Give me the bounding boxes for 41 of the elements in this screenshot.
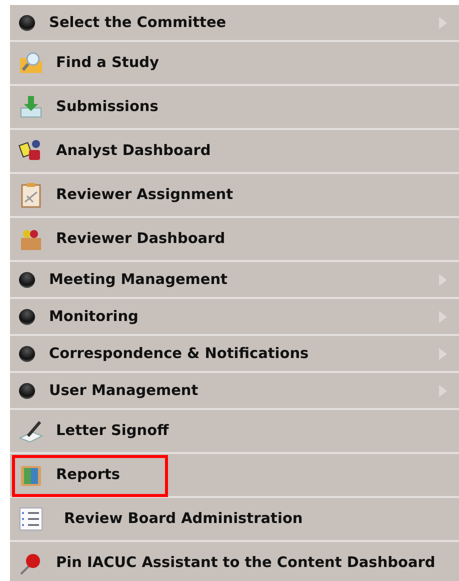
- menu-label: Submissions: [56, 99, 158, 115]
- menu-label: Review Board Administration: [64, 511, 303, 527]
- menu-item[interactable]: Reviewer Assignment: [10, 174, 459, 216]
- arrow-icon: [439, 310, 447, 322]
- menu-item[interactable]: Correspondence & Notifications: [10, 336, 459, 371]
- menu-label: Reviewer Dashboard: [56, 231, 226, 247]
- menu-label: Reviewer Assignment: [56, 187, 234, 203]
- menu-label: Find a Study: [56, 55, 159, 71]
- arrow-icon: [439, 16, 447, 28]
- bullet-icon: [19, 308, 35, 324]
- download-tray-icon: [18, 94, 44, 120]
- menu-label: Meeting Management: [49, 272, 228, 288]
- bullet-icon: [19, 14, 35, 30]
- menu-item[interactable]: Submissions: [10, 86, 459, 128]
- menu-item[interactable]: Review Board Administration: [10, 498, 459, 540]
- menu-item[interactable]: Monitoring: [10, 299, 459, 334]
- menu-item[interactable]: Reviewer Dashboard: [10, 218, 459, 260]
- menu-label: Select the Committee: [49, 14, 226, 30]
- menu-label: Letter Signoff: [56, 423, 169, 439]
- arrow-icon: [439, 384, 447, 396]
- menu-item[interactable]: Meeting Management: [10, 262, 459, 297]
- menu-label: Monitoring: [49, 308, 138, 324]
- numbered-list-icon: [18, 506, 44, 532]
- bullet-icon: [19, 382, 35, 398]
- bullet-icon: [19, 346, 35, 362]
- menu-item[interactable]: Pin IACUC Assistant to the Content Dashboard: [10, 542, 459, 581]
- arrow-icon: [439, 274, 447, 286]
- menu-label: Correspondence & Notifications: [49, 346, 309, 362]
- menu-label: Analyst Dashboard: [56, 143, 211, 159]
- menu-item[interactable]: Select the Committee: [10, 5, 459, 40]
- menu-label: Pin IACUC Assistant to the Content Dashboard: [56, 555, 436, 571]
- menu-item[interactable]: User Management: [10, 373, 459, 408]
- menu-label: Reports: [56, 467, 120, 483]
- menu-item[interactable]: Find a Study: [10, 42, 459, 84]
- folder-magnifier-icon: [18, 50, 44, 76]
- bullet-icon: [19, 272, 35, 288]
- menu-item[interactable]: Analyst Dashboard: [10, 130, 459, 172]
- menu-item[interactable]: Letter Signoff: [10, 410, 459, 452]
- menu-label: User Management: [49, 382, 198, 398]
- pen-paper-icon: [18, 418, 44, 444]
- arrow-icon: [439, 348, 447, 360]
